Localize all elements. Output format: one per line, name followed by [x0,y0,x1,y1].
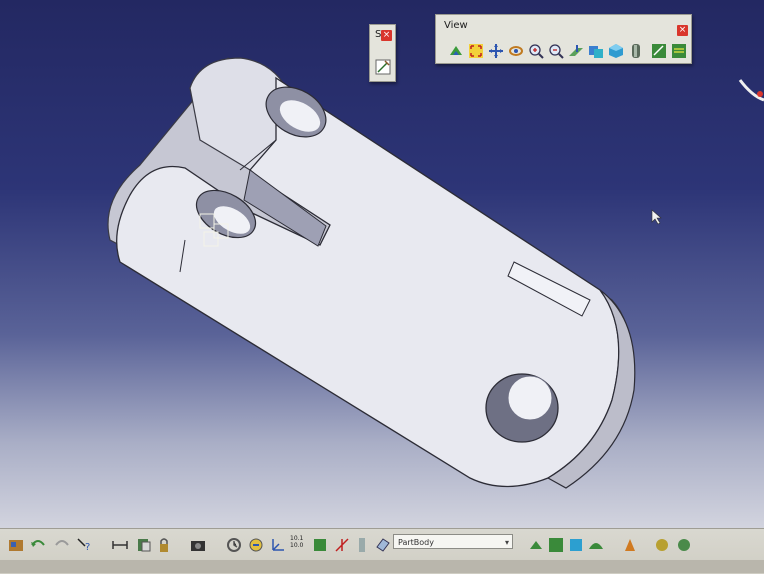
axis-icon[interactable] [270,537,286,553]
body-select-value: PartBody [398,538,434,547]
view-toolbar-close-button[interactable]: × [677,25,688,36]
boolean-icon[interactable] [568,537,584,553]
paste-icon[interactable] [136,537,152,553]
rotate-icon[interactable] [508,43,524,59]
fit-all-icon[interactable] [468,43,484,59]
3d-viewport[interactable]: S × View × [0,0,764,540]
body-select[interactable]: PartBody ▾ [393,534,513,549]
zoom-out-icon[interactable] [548,43,564,59]
view-toolbar: View × [435,14,692,64]
help-icon[interactable]: ? [76,537,92,553]
copy-icon[interactable] [112,537,128,553]
material-icon[interactable] [622,537,638,553]
measure-value-top: 10.1 [290,535,304,542]
normal-view-icon[interactable] [568,43,584,59]
analysis-icon[interactable] [248,537,264,553]
insert-body-icon[interactable] [528,537,544,553]
compass-fragment [738,79,764,102]
lock-icon[interactable] [156,537,172,553]
apply-material-icon[interactable] [654,537,670,553]
measure-value-bottom: 10.0 [290,542,304,549]
swap-space-icon[interactable] [671,43,687,59]
undo-icon[interactable] [30,537,46,553]
hide-show-icon[interactable] [651,43,667,59]
shading-icon[interactable] [628,43,644,59]
sketch-icon[interactable] [375,59,391,75]
chevron-down-icon: ▾ [504,538,509,547]
multi-view-icon[interactable] [588,43,604,59]
iso-view-icon[interactable] [608,43,624,59]
camera-icon[interactable] [190,537,206,553]
redo-icon[interactable] [54,537,70,553]
catalog-icon[interactable] [8,537,24,553]
measure-readout[interactable]: 10.1 10.0 [290,535,306,549]
surface-icon[interactable] [588,537,604,553]
layer-icon[interactable] [354,537,370,553]
body-icon[interactable] [375,537,391,553]
assemble-icon[interactable] [548,537,564,553]
mini-panel: S × [369,24,396,82]
svg-text:?: ? [85,542,90,553]
snap-icon[interactable] [334,537,350,553]
zoom-in-icon[interactable] [528,43,544,59]
pan-icon[interactable] [488,43,504,59]
3d-compass-icon[interactable] [312,537,328,553]
update-icon[interactable] [226,537,242,553]
status-strip [0,560,764,573]
view-toolbar-title: View [444,20,468,31]
fly-mode-icon[interactable] [448,43,464,59]
texture-icon[interactable] [676,537,692,553]
mouse-cursor [651,209,662,225]
mini-panel-close-button[interactable]: × [381,30,392,41]
